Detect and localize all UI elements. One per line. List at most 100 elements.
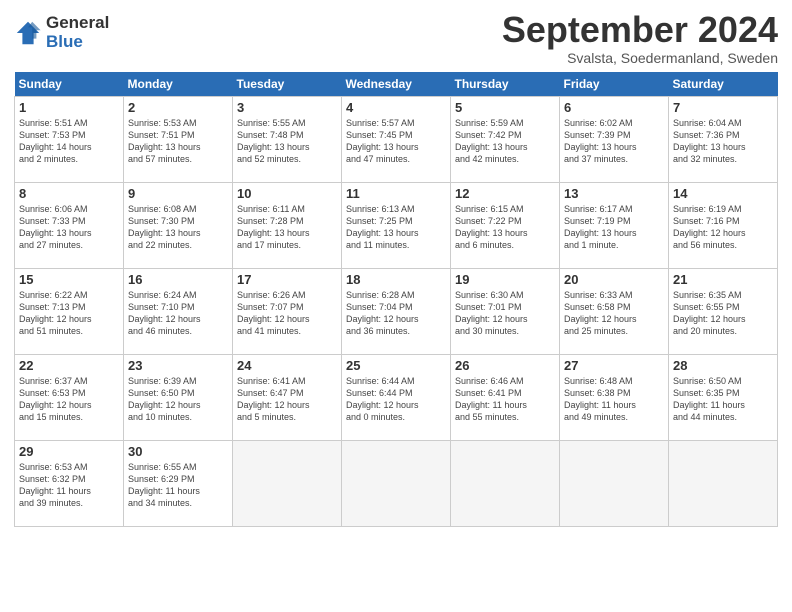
day-number: 22 (19, 358, 119, 373)
day-number: 2 (128, 100, 228, 115)
day-number: 5 (455, 100, 555, 115)
calendar-cell (669, 440, 778, 526)
day-number: 10 (237, 186, 337, 201)
days-header-row: SundayMondayTuesdayWednesdayThursdayFrid… (15, 72, 778, 97)
day-number: 27 (564, 358, 664, 373)
day-number: 23 (128, 358, 228, 373)
calendar-cell: 13 Sunrise: 6:17 AM Sunset: 7:19 PM Dayli… (560, 182, 669, 268)
calendar-week-4: 22 Sunrise: 6:37 AM Sunset: 6:53 PM Dayli… (15, 354, 778, 440)
cell-info: Sunrise: 5:51 AM Sunset: 7:53 PM Dayligh… (19, 117, 119, 166)
calendar-week-2: 8Sunrise: 6:06 AM Sunset: 7:33 PM Daylig… (15, 182, 778, 268)
day-number: 13 (564, 186, 664, 201)
calendar-cell: 25 Sunrise: 6:44 AM Sunset: 6:44 PM Dayli… (342, 354, 451, 440)
day-number: 3 (237, 100, 337, 115)
calendar-cell: 2 Sunrise: 5:53 AM Sunset: 7:51 PM Daylig… (124, 96, 233, 182)
month-title: September 2024 (502, 10, 778, 50)
calendar-cell: 11 Sunrise: 6:13 AM Sunset: 7:25 PM Dayli… (342, 182, 451, 268)
title-area: September 2024 Svalsta, Soedermanland, S… (502, 10, 778, 66)
calendar-cell: 17 Sunrise: 6:26 AM Sunset: 7:07 PM Dayli… (233, 268, 342, 354)
calendar-cell: 8Sunrise: 6:06 AM Sunset: 7:33 PM Daylig… (15, 182, 124, 268)
calendar-week-3: 15 Sunrise: 6:22 AM Sunset: 7:13 PM Dayli… (15, 268, 778, 354)
cell-info: Sunrise: 6:50 AM Sunset: 6:35 PM Dayligh… (673, 375, 773, 424)
cell-info: Sunrise: 5:57 AM Sunset: 7:45 PM Dayligh… (346, 117, 446, 166)
cell-info: Sunrise: 6:24 AM Sunset: 7:10 PM Dayligh… (128, 289, 228, 338)
day-header-thursday: Thursday (451, 72, 560, 97)
cell-info: Sunrise: 6:13 AM Sunset: 7:25 PM Dayligh… (346, 203, 446, 252)
cell-info: Sunrise: 6:08 AM Sunset: 7:30 PM Dayligh… (128, 203, 228, 252)
calendar-cell: 20Sunrise: 6:33 AM Sunset: 6:58 PM Dayli… (560, 268, 669, 354)
cell-info: Sunrise: 6:44 AM Sunset: 6:44 PM Dayligh… (346, 375, 446, 424)
calendar-cell: 21 Sunrise: 6:35 AM Sunset: 6:55 PM Dayli… (669, 268, 778, 354)
calendar-week-1: 1Sunrise: 5:51 AM Sunset: 7:53 PM Daylig… (15, 96, 778, 182)
day-number: 11 (346, 186, 446, 201)
calendar-cell: 7 Sunrise: 6:04 AM Sunset: 7:36 PM Daylig… (669, 96, 778, 182)
location-subtitle: Svalsta, Soedermanland, Sweden (502, 50, 778, 66)
cell-info: Sunrise: 6:41 AM Sunset: 6:47 PM Dayligh… (237, 375, 337, 424)
cell-info: Sunrise: 6:46 AM Sunset: 6:41 PM Dayligh… (455, 375, 555, 424)
day-number: 25 (346, 358, 446, 373)
calendar-cell: 4 Sunrise: 5:57 AM Sunset: 7:45 PM Daylig… (342, 96, 451, 182)
day-number: 6 (564, 100, 664, 115)
calendar-cell (560, 440, 669, 526)
day-header-monday: Monday (124, 72, 233, 97)
day-number: 21 (673, 272, 773, 287)
cell-info: Sunrise: 6:30 AM Sunset: 7:01 PM Dayligh… (455, 289, 555, 338)
cell-info: Sunrise: 6:02 AM Sunset: 7:39 PM Dayligh… (564, 117, 664, 166)
calendar-cell: 24Sunrise: 6:41 AM Sunset: 6:47 PM Dayli… (233, 354, 342, 440)
day-header-friday: Friday (560, 72, 669, 97)
cell-info: Sunrise: 6:19 AM Sunset: 7:16 PM Dayligh… (673, 203, 773, 252)
day-number: 18 (346, 272, 446, 287)
cell-info: Sunrise: 6:28 AM Sunset: 7:04 PM Dayligh… (346, 289, 446, 338)
day-number: 30 (128, 444, 228, 459)
calendar-cell: 6 Sunrise: 6:02 AM Sunset: 7:39 PM Daylig… (560, 96, 669, 182)
day-number: 17 (237, 272, 337, 287)
cell-info: Sunrise: 6:33 AM Sunset: 6:58 PM Dayligh… (564, 289, 664, 338)
day-number: 4 (346, 100, 446, 115)
calendar-cell (451, 440, 560, 526)
day-number: 15 (19, 272, 119, 287)
page-container: General Blue September 2024 Svalsta, Soe… (0, 0, 792, 533)
cell-info: Sunrise: 5:53 AM Sunset: 7:51 PM Dayligh… (128, 117, 228, 166)
calendar-cell: 27 Sunrise: 6:48 AM Sunset: 6:38 PM Dayli… (560, 354, 669, 440)
cell-info: Sunrise: 6:17 AM Sunset: 7:19 PM Dayligh… (564, 203, 664, 252)
cell-info: Sunrise: 6:37 AM Sunset: 6:53 PM Dayligh… (19, 375, 119, 424)
cell-info: Sunrise: 6:04 AM Sunset: 7:36 PM Dayligh… (673, 117, 773, 166)
calendar-cell (233, 440, 342, 526)
cell-info: Sunrise: 6:06 AM Sunset: 7:33 PM Dayligh… (19, 203, 119, 252)
calendar-cell: 15 Sunrise: 6:22 AM Sunset: 7:13 PM Dayli… (15, 268, 124, 354)
day-number: 12 (455, 186, 555, 201)
calendar-cell: 28Sunrise: 6:50 AM Sunset: 6:35 PM Dayli… (669, 354, 778, 440)
cell-info: Sunrise: 6:15 AM Sunset: 7:22 PM Dayligh… (455, 203, 555, 252)
calendar-cell: 30 Sunrise: 6:55 AM Sunset: 6:29 PM Dayli… (124, 440, 233, 526)
calendar-week-5: 29Sunrise: 6:53 AM Sunset: 6:32 PM Dayli… (15, 440, 778, 526)
day-number: 26 (455, 358, 555, 373)
calendar-cell: 14 Sunrise: 6:19 AM Sunset: 7:16 PM Dayli… (669, 182, 778, 268)
cell-info: Sunrise: 6:55 AM Sunset: 6:29 PM Dayligh… (128, 461, 228, 510)
calendar-cell (342, 440, 451, 526)
cell-info: Sunrise: 6:26 AM Sunset: 7:07 PM Dayligh… (237, 289, 337, 338)
day-header-saturday: Saturday (669, 72, 778, 97)
logo-icon (14, 19, 42, 47)
day-number: 14 (673, 186, 773, 201)
calendar-cell: 12 Sunrise: 6:15 AM Sunset: 7:22 PM Dayli… (451, 182, 560, 268)
day-header-tuesday: Tuesday (233, 72, 342, 97)
calendar-cell: 10 Sunrise: 6:11 AM Sunset: 7:28 PM Dayli… (233, 182, 342, 268)
day-number: 16 (128, 272, 228, 287)
cell-info: Sunrise: 6:11 AM Sunset: 7:28 PM Dayligh… (237, 203, 337, 252)
day-number: 7 (673, 100, 773, 115)
calendar-cell: 5 Sunrise: 5:59 AM Sunset: 7:42 PM Daylig… (451, 96, 560, 182)
calendar-cell: 29Sunrise: 6:53 AM Sunset: 6:32 PM Dayli… (15, 440, 124, 526)
cell-info: Sunrise: 6:48 AM Sunset: 6:38 PM Dayligh… (564, 375, 664, 424)
calendar-cell: 18 Sunrise: 6:28 AM Sunset: 7:04 PM Dayli… (342, 268, 451, 354)
day-header-sunday: Sunday (15, 72, 124, 97)
cell-info: Sunrise: 6:22 AM Sunset: 7:13 PM Dayligh… (19, 289, 119, 338)
calendar-table: SundayMondayTuesdayWednesdayThursdayFrid… (14, 72, 778, 527)
cell-info: Sunrise: 5:59 AM Sunset: 7:42 PM Dayligh… (455, 117, 555, 166)
calendar-cell: 1Sunrise: 5:51 AM Sunset: 7:53 PM Daylig… (15, 96, 124, 182)
cell-info: Sunrise: 6:35 AM Sunset: 6:55 PM Dayligh… (673, 289, 773, 338)
day-number: 19 (455, 272, 555, 287)
day-number: 29 (19, 444, 119, 459)
calendar-cell: 23Sunrise: 6:39 AM Sunset: 6:50 PM Dayli… (124, 354, 233, 440)
calendar-cell: 26 Sunrise: 6:46 AM Sunset: 6:41 PM Dayli… (451, 354, 560, 440)
logo: General Blue (14, 14, 109, 51)
